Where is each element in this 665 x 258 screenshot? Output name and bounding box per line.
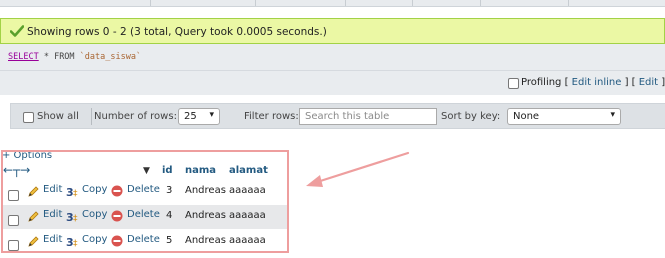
annotation-arrow-icon — [306, 151, 410, 187]
top-tab-strip — [0, 0, 665, 7]
sort-by-key-select[interactable]: None ▾ — [507, 108, 621, 125]
show-all-checkbox[interactable] — [23, 112, 34, 123]
tab-divider — [412, 0, 413, 6]
nav-divider — [91, 108, 92, 125]
tab-divider — [150, 0, 151, 6]
chevron-down-icon: ▾ — [209, 110, 214, 120]
tab-divider — [568, 0, 569, 6]
sql-keyword-link[interactable]: SELECT — [8, 52, 39, 62]
checkmark-icon — [10, 25, 24, 37]
profiling-label: Profiling — [521, 77, 562, 88]
profiling-checkbox[interactable] — [508, 78, 519, 89]
navigation-bar: Show all Number of rows: 25 ▾ Filter row… — [10, 103, 665, 129]
filter-placeholder: Search this table — [305, 111, 390, 122]
sql-query: SELECT * FROM `data_siswa` — [8, 52, 141, 62]
chevron-down-icon: ▾ — [610, 110, 615, 120]
edit-link[interactable]: Edit — [639, 77, 658, 88]
profiling-bar: Profiling [ Edit inline ] [ Edit ] [ Ex — [0, 70, 665, 95]
number-of-rows-select[interactable]: 25 ▾ — [178, 108, 220, 125]
filter-rows-label: Filter rows: — [244, 111, 299, 122]
success-message: Showing rows 0 - 2 (3 total, Query took … — [0, 18, 665, 44]
show-all-label: Show all — [37, 111, 79, 122]
sql-table-name: `data_siswa` — [79, 52, 142, 62]
sql-query-box: SELECT * FROM `data_siswa` — [0, 44, 665, 70]
edit-inline-link[interactable]: Edit inline — [572, 77, 622, 88]
number-of-rows-label: Number of rows: — [94, 111, 177, 122]
status-text: Showing rows 0 - 2 (3 total, Query took … — [27, 26, 327, 38]
number-of-rows-value: 25 — [184, 111, 197, 122]
sort-by-key-value: None — [513, 111, 540, 122]
tab-divider — [255, 0, 256, 6]
highlight-box — [1, 150, 289, 253]
profiling-row: Profiling [ Edit inline ] [ Edit ] [ Ex — [521, 77, 665, 88]
filter-rows-input[interactable]: Search this table — [299, 108, 437, 125]
sql-text: * FROM — [38, 52, 80, 62]
tab-divider — [480, 0, 481, 6]
tab-divider — [345, 0, 346, 6]
sort-by-key-label: Sort by key: — [441, 111, 501, 122]
